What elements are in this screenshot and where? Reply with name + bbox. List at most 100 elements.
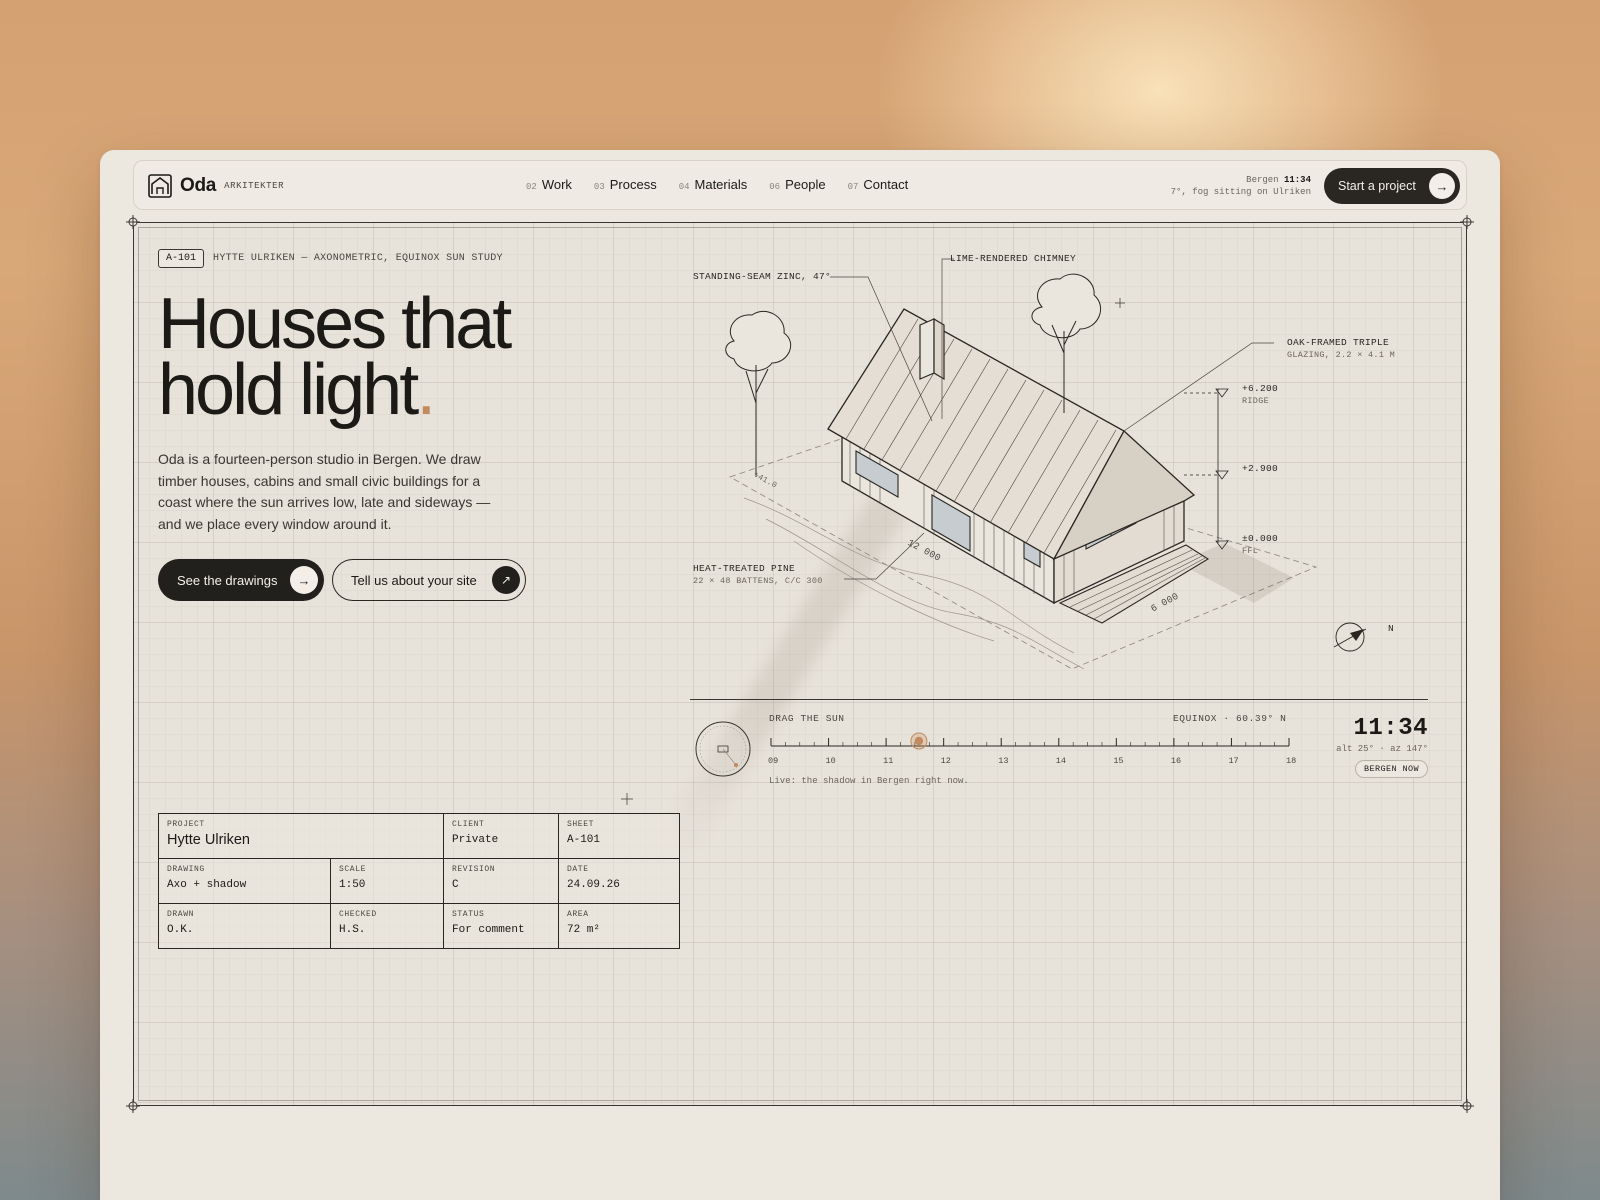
cell-value: 72 m² (567, 924, 601, 936)
cell-value: Axo + shadow (167, 879, 247, 891)
cell-key: SHEET (567, 820, 595, 829)
status-city: Bergen (1246, 175, 1279, 185)
start-project-button[interactable]: Start a project → (1324, 168, 1460, 204)
sun-altitude-azimuth: alt 25° · az 147° (1336, 744, 1428, 754)
tell-us-site-button[interactable]: Tell us about your site ↗ (332, 559, 526, 601)
sheet-tag: A-101 (158, 249, 205, 268)
level-label: RIDGE (1242, 396, 1270, 406)
nav-links: 02 Work 03 Process 04 Materials 06 People 07… (526, 177, 908, 192)
cell-key: CHECKED (339, 910, 377, 919)
see-drawings-label: See the drawings (177, 572, 278, 588)
brand-name: Oda (180, 175, 217, 196)
status-time: 11:34 (1283, 175, 1311, 185)
callout-cladding-line1: HEAT-TREATED PINE (693, 563, 796, 574)
nav-link-number: 03 (593, 182, 605, 192)
cell-drawn: DRAWN O.K. (159, 904, 331, 948)
level-ridge: +6.200 RIDGE (1242, 383, 1278, 407)
level-markers (1184, 388, 1229, 550)
bergen-now-button[interactable]: BERGEN NOW (1354, 760, 1428, 778)
level-label: FFL (1242, 546, 1259, 556)
slider-hour-label: 16 (1170, 756, 1182, 766)
arrow-up-right-icon: ↗ (492, 566, 520, 594)
sun-hint: Live: the shadow in Bergen right now. (769, 776, 969, 786)
nav-link-number: 06 (769, 182, 781, 192)
headline-line-2: hold light (158, 350, 419, 430)
nav-link-label: Materials (694, 177, 748, 192)
north-label: N (1388, 623, 1395, 634)
arrow-right-icon: → (1429, 173, 1455, 199)
cell-key: STATUS (452, 910, 485, 919)
callout-glazing: OAK-FRAMED TRIPLE GLAZING, 2.2 × 4.1 M (1287, 337, 1395, 361)
cell-project: PROJECT Hytte Ulriken (159, 814, 444, 859)
dimension-width: 6 000 (1148, 590, 1181, 615)
drawing-sheet: STANDING-SEAM ZINC, 47° LIME-RENDERED CH… (126, 215, 1474, 1113)
cell-value: 1:50 (339, 879, 366, 891)
cell-value: C (452, 879, 459, 891)
nav-link-label: Contact (863, 177, 909, 192)
nav-link-number: 04 (678, 182, 690, 192)
cladding-battens (849, 438, 1175, 598)
house-body (841, 431, 1185, 605)
cell-scale: SCALE 1:50 (331, 859, 444, 904)
level-value: +2.900 (1242, 463, 1279, 474)
callout-roof: STANDING-SEAM ZINC, 47° (693, 271, 832, 282)
sheet-tag-row: A-101 HYTTE ULRIKEN — AXONOMETRIC, EQUIN… (158, 249, 503, 268)
cell-status: STATUS For comment (444, 904, 559, 948)
registration-mark-icon (1460, 1099, 1474, 1113)
cell-key: AREA (567, 910, 589, 919)
tree-right (1031, 273, 1101, 413)
nav-link-label: Process (609, 177, 657, 192)
nav-link-contact[interactable]: 07 Contact (848, 177, 909, 192)
nav-link-number: 02 (526, 182, 537, 192)
equinox-meta: EQUINOX · 60.39° N (1173, 713, 1287, 724)
level-ffl: ±0.000 FFL (1242, 533, 1278, 557)
slider-track (770, 732, 1290, 750)
house-windows (855, 450, 1137, 568)
nav-link-process[interactable]: 03 Process (594, 177, 657, 192)
cell-key: REVISION (452, 865, 496, 874)
registration-mark-icon (126, 1099, 140, 1113)
headline-dot: . (416, 350, 436, 430)
north-arrow-icon (1333, 622, 1367, 652)
callout-glazing-line1: OAK-FRAMED TRIPLE (1287, 337, 1390, 348)
house-roof (827, 308, 1196, 561)
cell-client: CLIENT Private (444, 814, 559, 859)
nav-link-label: Work (541, 177, 572, 192)
slider-hour-label: 10 (825, 756, 836, 766)
callout-cladding: HEAT-TREATED PINE 22 × 48 BATTENS, C/C 3… (693, 563, 823, 587)
cell-value: Hytte Ulriken (167, 832, 250, 848)
cell-key: DRAWING (167, 865, 205, 874)
sun-clock: 11:34 (1353, 715, 1428, 742)
callout-cladding-line2: 22 × 48 BATTENS, C/C 300 (693, 576, 823, 586)
cell-drawing: DRAWING Axo + shadow (159, 859, 331, 904)
sun-handle-icon[interactable] (914, 736, 924, 746)
nav-link-materials[interactable]: 04 Materials (679, 177, 748, 192)
nav-link-number: 07 (847, 182, 859, 192)
registration-mark-icon (126, 215, 140, 229)
tell-us-site-label: Tell us about your site (351, 572, 477, 588)
start-project-label: Start a project (1338, 179, 1416, 193)
level-eaves: +2.900 (1242, 463, 1278, 475)
sun-study-panel: DRAG THE SUN EQUINOX · 60.39° N 09 10 11 12… (690, 699, 1428, 799)
browser-window: Oda ARKITEKTER 02 Work 03 Process 04 Materi… (100, 150, 1500, 1200)
registration-mark-icon (1460, 215, 1474, 229)
logo[interactable]: Oda ARKITEKTER (148, 174, 284, 198)
dimension-length: 12 000 (905, 537, 943, 564)
cell-key: DRAWN (167, 910, 195, 919)
nav-link-people[interactable]: 06 People (769, 177, 825, 192)
deck-boards (1069, 549, 1206, 620)
cell-sheet: SHEET A-101 (559, 814, 679, 859)
sun-time-slider[interactable]: 09 10 11 12 13 14 15 16 17 18 (768, 730, 1297, 766)
see-drawings-button[interactable]: See the drawings → (158, 559, 324, 601)
terrain-level: +41.0 (751, 470, 779, 491)
cell-key: SCALE (339, 865, 367, 874)
cell-value: For comment (452, 924, 525, 936)
hero-headline: Houses that hold light. (158, 288, 512, 426)
slider-hour-label: 18 (1286, 756, 1297, 766)
cell-area: AREA 72 m² (559, 904, 679, 948)
leader-lines (830, 258, 1274, 580)
slider-hour-label: 12 (940, 756, 951, 766)
nav-link-work[interactable]: 02 Work (526, 177, 572, 192)
hero-lead: Oda is a fourteen-person studio in Berge… (158, 451, 491, 532)
slider-hour-label: 14 (1055, 756, 1066, 766)
